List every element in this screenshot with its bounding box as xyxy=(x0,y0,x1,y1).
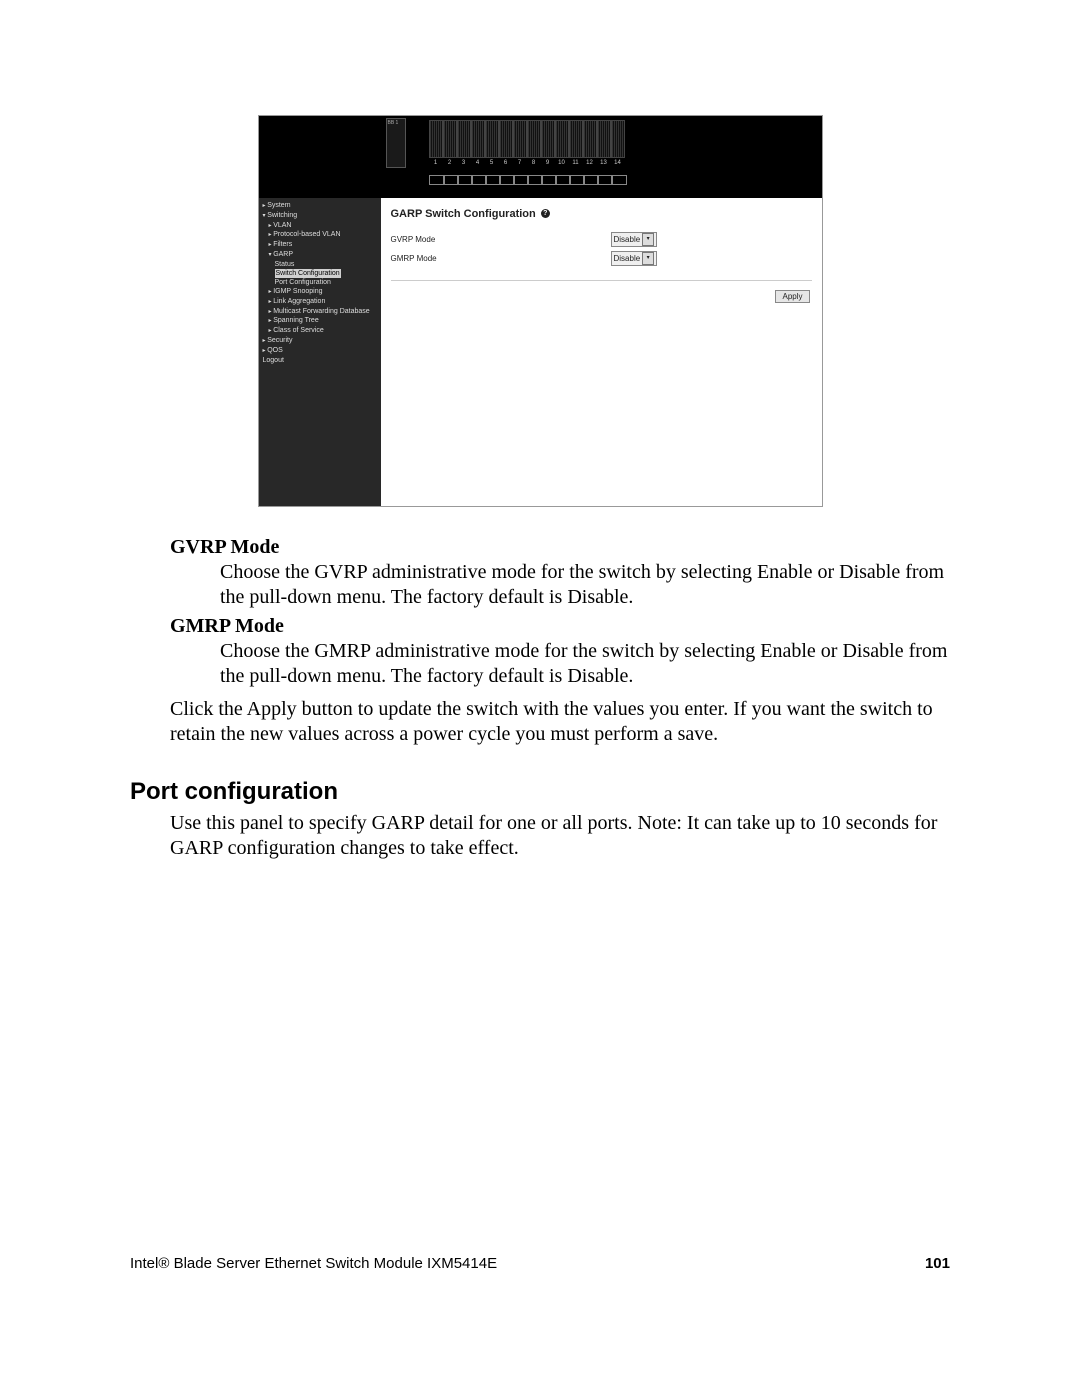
sidebar-item[interactable]: Logout xyxy=(261,356,379,365)
config-screenshot: BB 1 1234567891011121314 SystemSwitching… xyxy=(258,115,823,507)
port-slot[interactable] xyxy=(513,120,527,158)
port-indicators xyxy=(429,172,625,190)
term-gvrp: GVRP Mode xyxy=(170,535,950,560)
sidebar-item[interactable]: Switch Configuration xyxy=(273,269,379,278)
defn-gmrp: Choose the GMRP administrative mode for … xyxy=(220,639,950,689)
sidebar-item[interactable]: Port Configuration xyxy=(273,278,379,287)
port-slot[interactable] xyxy=(597,120,611,158)
sidebar-item[interactable]: Class of Service xyxy=(267,326,379,336)
divider xyxy=(391,280,812,281)
chevron-down-icon: ▾ xyxy=(642,252,654,265)
sidebar-item[interactable]: Multicast Forwarding Database xyxy=(267,307,379,317)
sidebar-item[interactable]: Link Aggregation xyxy=(267,297,379,307)
port-slot[interactable] xyxy=(611,120,625,158)
port-slot[interactable] xyxy=(583,120,597,158)
content-panel: GARP Switch Configuration ? GVRP ModeDis… xyxy=(381,198,822,506)
port-number: 2 xyxy=(443,160,457,166)
config-row: GMRP ModeDisable▾ xyxy=(391,251,812,266)
select-value: Disable xyxy=(614,254,641,263)
port-number: 1 xyxy=(429,160,443,166)
sidebar-item[interactable]: Spanning Tree xyxy=(267,316,379,326)
port-numbers: 1234567891011121314 xyxy=(429,160,625,166)
page-footer: Intel® Blade Server Ethernet Switch Modu… xyxy=(130,1255,950,1272)
port-slot[interactable] xyxy=(457,120,471,158)
port-number: 6 xyxy=(499,160,513,166)
sidebar-item[interactable]: VLAN xyxy=(267,221,379,231)
sidebar-item[interactable]: Status xyxy=(273,260,379,269)
section-body: Use this panel to specify GARP detail fo… xyxy=(170,811,950,861)
port-number: 12 xyxy=(583,160,597,166)
sidebar-item[interactable]: QOS xyxy=(261,346,379,356)
screenshot-header: BB 1 1234567891011121314 xyxy=(259,116,822,198)
port-graphic-row xyxy=(429,120,625,158)
port-number: 14 xyxy=(611,160,625,166)
port-slot[interactable] xyxy=(541,120,555,158)
port-number: 11 xyxy=(569,160,583,166)
apply-button[interactable]: Apply xyxy=(775,290,809,303)
sidebar-item[interactable]: Security xyxy=(261,336,379,346)
section-title: Port configuration xyxy=(130,777,950,807)
port-number: 10 xyxy=(555,160,569,166)
port-number: 3 xyxy=(457,160,471,166)
sidebar-item[interactable]: IGMP Snooping xyxy=(267,287,379,297)
port-number: 13 xyxy=(597,160,611,166)
nav-sidebar: SystemSwitchingVLANProtocol-based VLANFi… xyxy=(259,198,381,506)
sidebar-item[interactable]: Switching xyxy=(261,211,379,221)
port-slot[interactable] xyxy=(485,120,499,158)
mode-select[interactable]: Disable▾ xyxy=(611,232,658,247)
port-slot[interactable] xyxy=(443,120,457,158)
footer-page-number: 101 xyxy=(925,1255,950,1272)
port-slot[interactable] xyxy=(499,120,513,158)
select-value: Disable xyxy=(614,235,641,244)
port-number: 9 xyxy=(541,160,555,166)
sidebar-item[interactable]: System xyxy=(261,201,379,211)
help-icon[interactable]: ? xyxy=(541,209,550,218)
term-gmrp: GMRP Mode xyxy=(170,614,950,639)
port-number: 4 xyxy=(471,160,485,166)
port-slot[interactable] xyxy=(429,120,443,158)
port-indicator xyxy=(611,175,627,185)
port-slot[interactable] xyxy=(471,120,485,158)
panel-title-text: GARP Switch Configuration xyxy=(391,208,536,220)
mode-select[interactable]: Disable▾ xyxy=(611,251,658,266)
port-slot[interactable] xyxy=(569,120,583,158)
port-slot[interactable] xyxy=(555,120,569,158)
sidebar-item[interactable]: Filters xyxy=(267,240,379,250)
port-number: 8 xyxy=(527,160,541,166)
footer-doc-title: Intel® Blade Server Ethernet Switch Modu… xyxy=(130,1255,497,1272)
defn-gvrp: Choose the GVRP administrative mode for … xyxy=(220,560,950,610)
panel-title: GARP Switch Configuration ? xyxy=(391,208,812,220)
sidebar-item[interactable]: GARP xyxy=(267,250,379,260)
config-row: GVRP ModeDisable▾ xyxy=(391,232,812,247)
config-label: GVRP Mode xyxy=(391,235,611,244)
apply-note: Click the Apply button to update the swi… xyxy=(170,697,950,747)
device-label: BB 1 xyxy=(388,120,399,126)
port-number: 5 xyxy=(485,160,499,166)
chevron-down-icon: ▾ xyxy=(642,233,654,246)
port-number: 7 xyxy=(513,160,527,166)
sidebar-item[interactable]: Protocol-based VLAN xyxy=(267,230,379,240)
config-label: GMRP Mode xyxy=(391,254,611,263)
port-slot[interactable] xyxy=(527,120,541,158)
